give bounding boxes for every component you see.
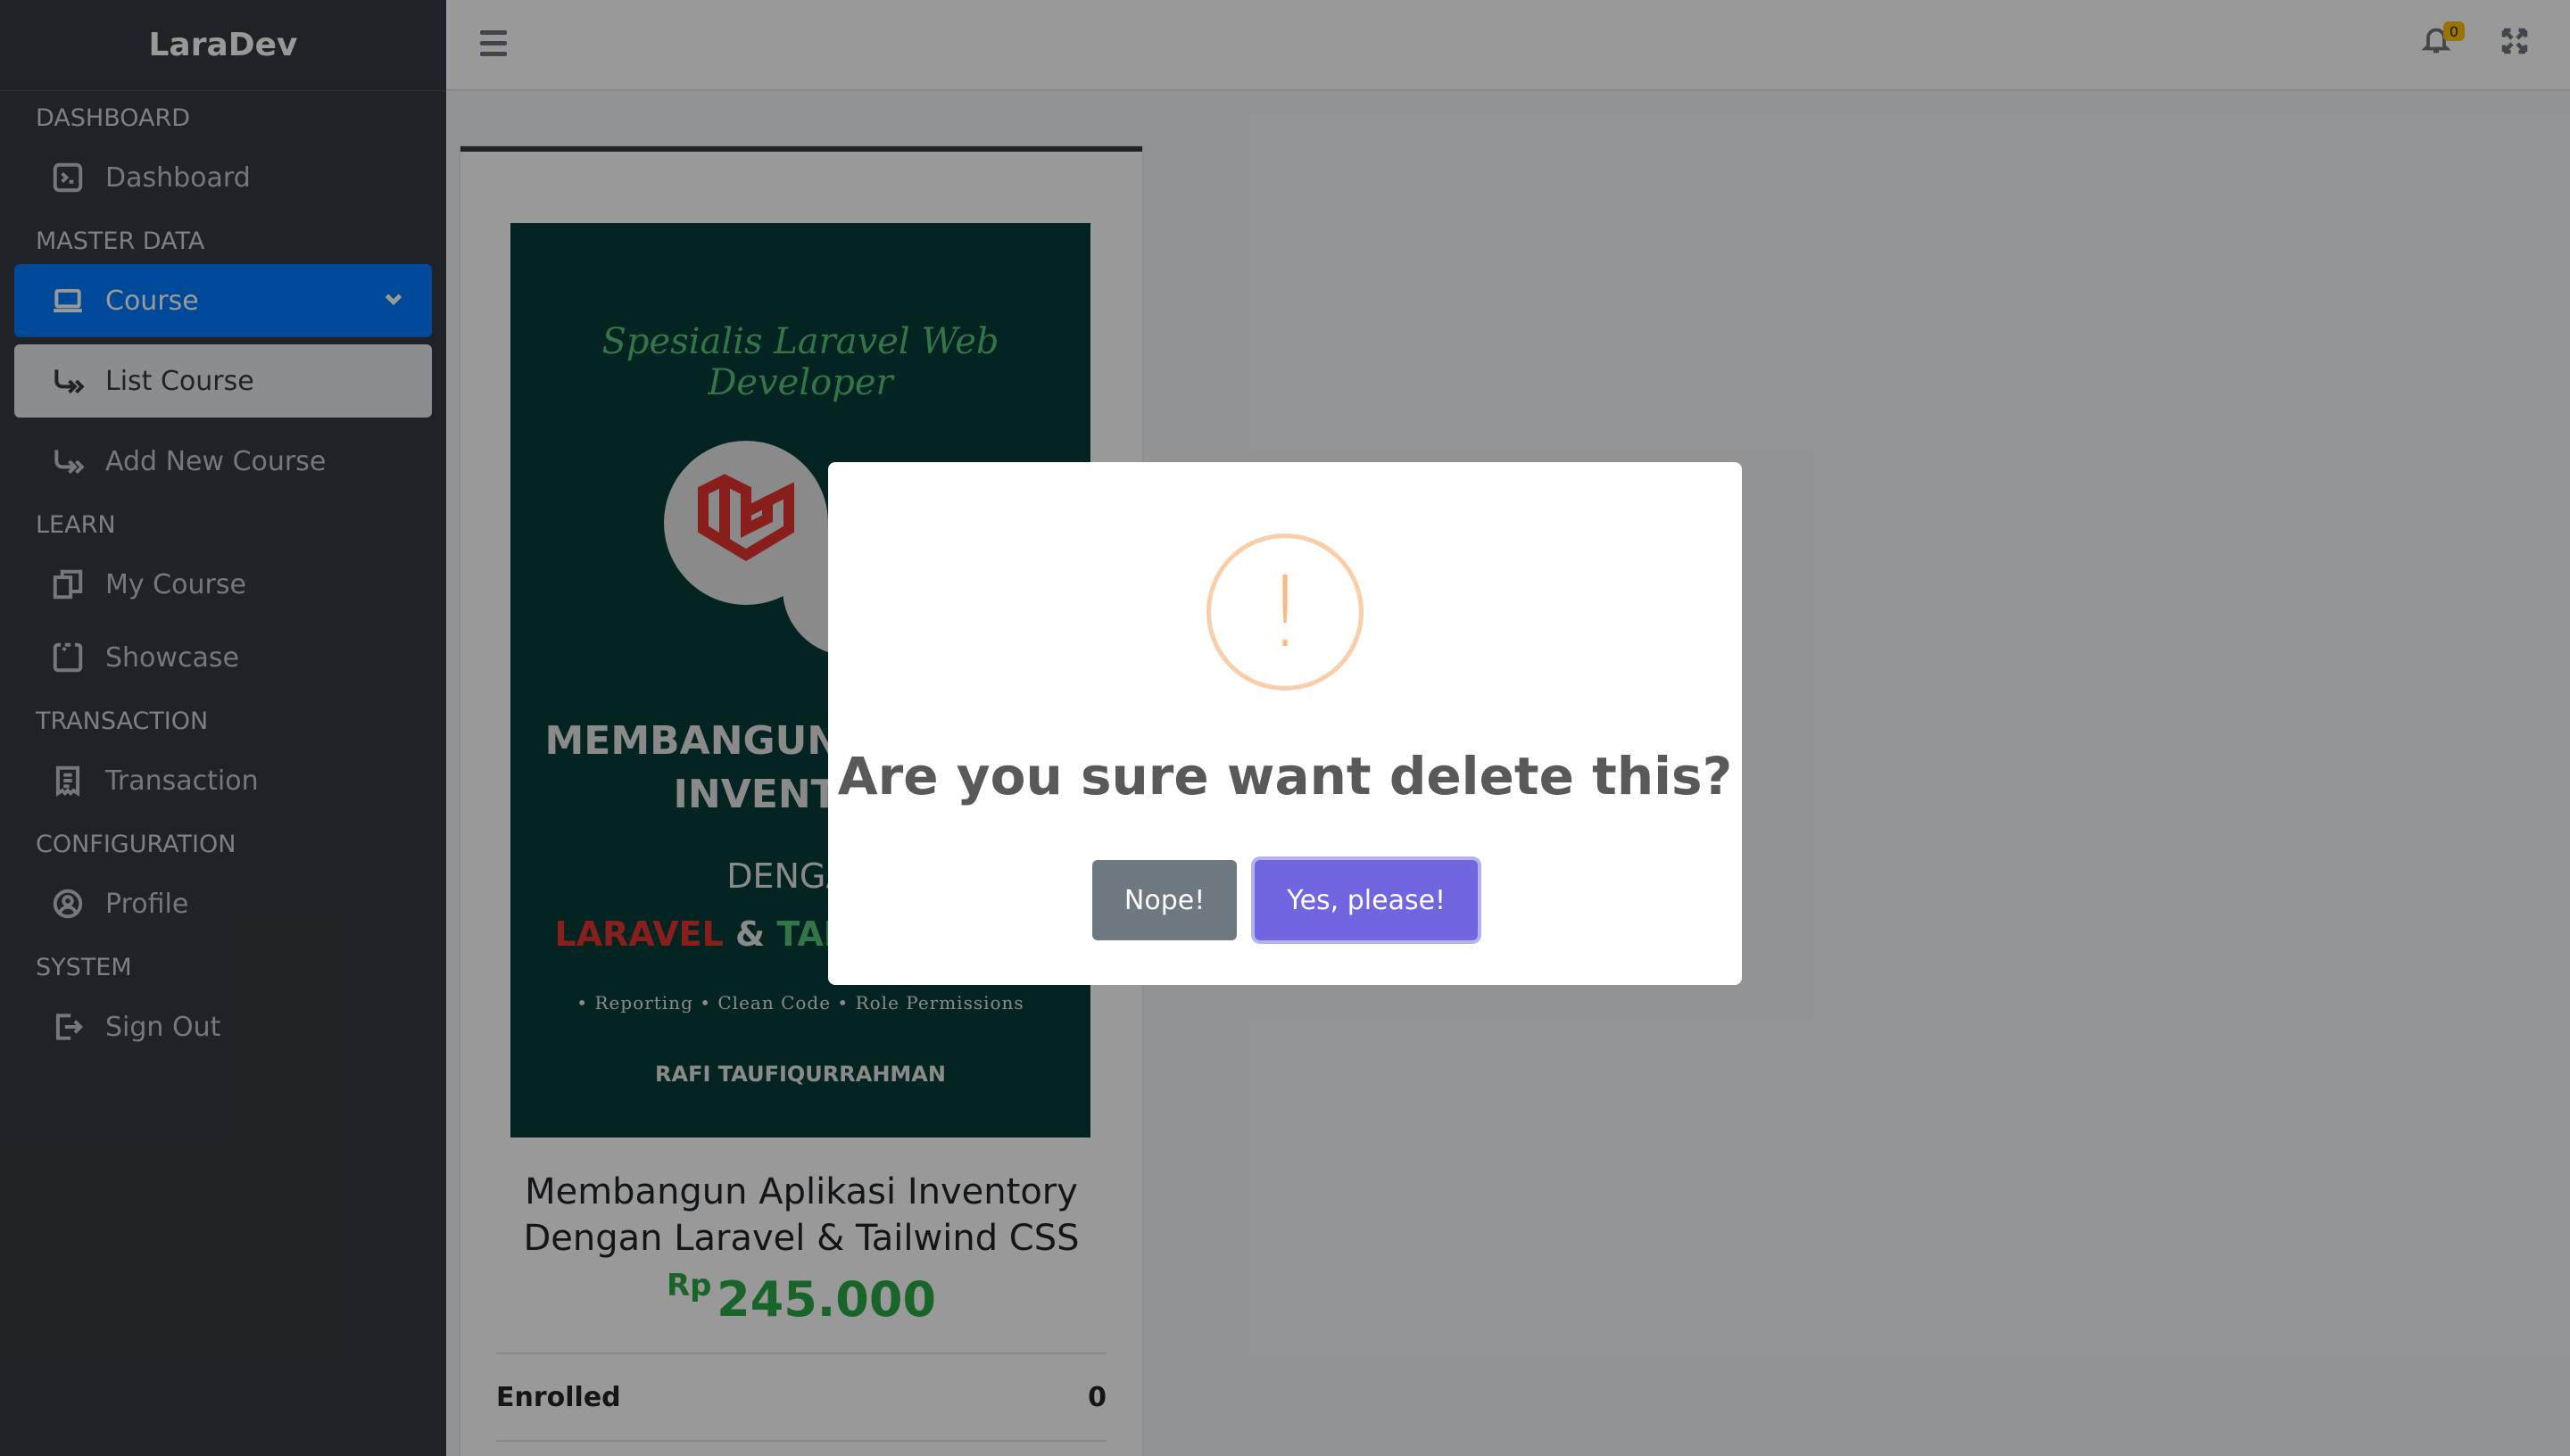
dialog-title: Are you sure want delete this? — [837, 746, 1733, 807]
confirm-dialog: ! Are you sure want delete this? Nope! Y… — [828, 462, 1742, 985]
warning-icon: ! — [1206, 534, 1364, 691]
confirm-delete-button[interactable]: Yes, please! — [1255, 860, 1479, 940]
dialog-actions: Nope! Yes, please! — [828, 860, 1742, 940]
cancel-button[interactable]: Nope! — [1091, 860, 1238, 940]
